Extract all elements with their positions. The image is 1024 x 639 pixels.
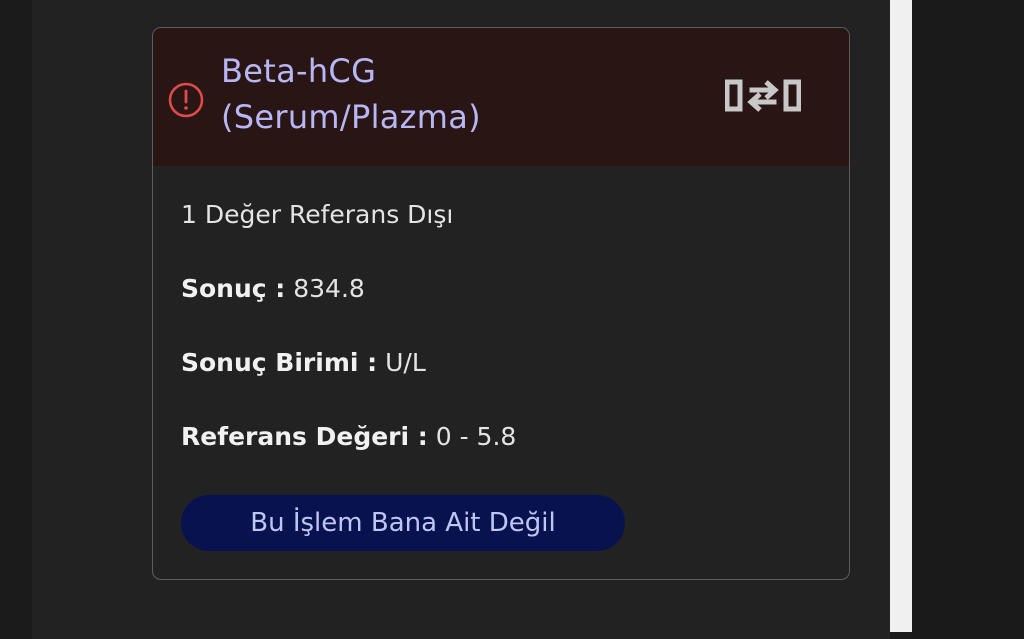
- unit-value: U/L: [385, 348, 426, 377]
- reference-value: 0 - 5.8: [435, 422, 517, 451]
- reference-label: Referans Değeri :: [181, 422, 428, 451]
- alert-circle-icon: [167, 81, 205, 119]
- app-page: Beta-hCG (Serum/Plazma) 1 Değer Referans…: [0, 0, 1024, 639]
- test-title-specimen: (Serum/Plazma): [221, 98, 481, 136]
- unit-row: Sonuç Birimi : U/L: [181, 348, 426, 377]
- test-title: Beta-hCG (Serum/Plazma): [221, 48, 701, 140]
- test-title-name: Beta-hCG: [221, 52, 377, 90]
- out-of-range-summary: 1 Değer Referans Dışı: [181, 200, 454, 229]
- not-my-transaction-button[interactable]: Bu İşlem Bana Ait Değil: [181, 495, 625, 551]
- unit-label: Sonuç Birimi :: [181, 348, 378, 377]
- main-panel: Beta-hCG (Serum/Plazma) 1 Değer Referans…: [32, 0, 890, 639]
- card-header: Beta-hCG (Serum/Plazma): [153, 28, 849, 166]
- result-row: Sonuç : 834.8: [181, 274, 365, 303]
- result-value: 834.8: [293, 274, 365, 303]
- test-result-card: Beta-hCG (Serum/Plazma) 1 Değer Referans…: [152, 27, 850, 580]
- right-panel: [912, 0, 1024, 639]
- scrollbar[interactable]: [890, 0, 912, 632]
- reference-row: Referans Değeri : 0 - 5.8: [181, 422, 516, 451]
- result-label: Sonuç :: [181, 274, 286, 303]
- compare-arrows-icon[interactable]: [724, 68, 802, 124]
